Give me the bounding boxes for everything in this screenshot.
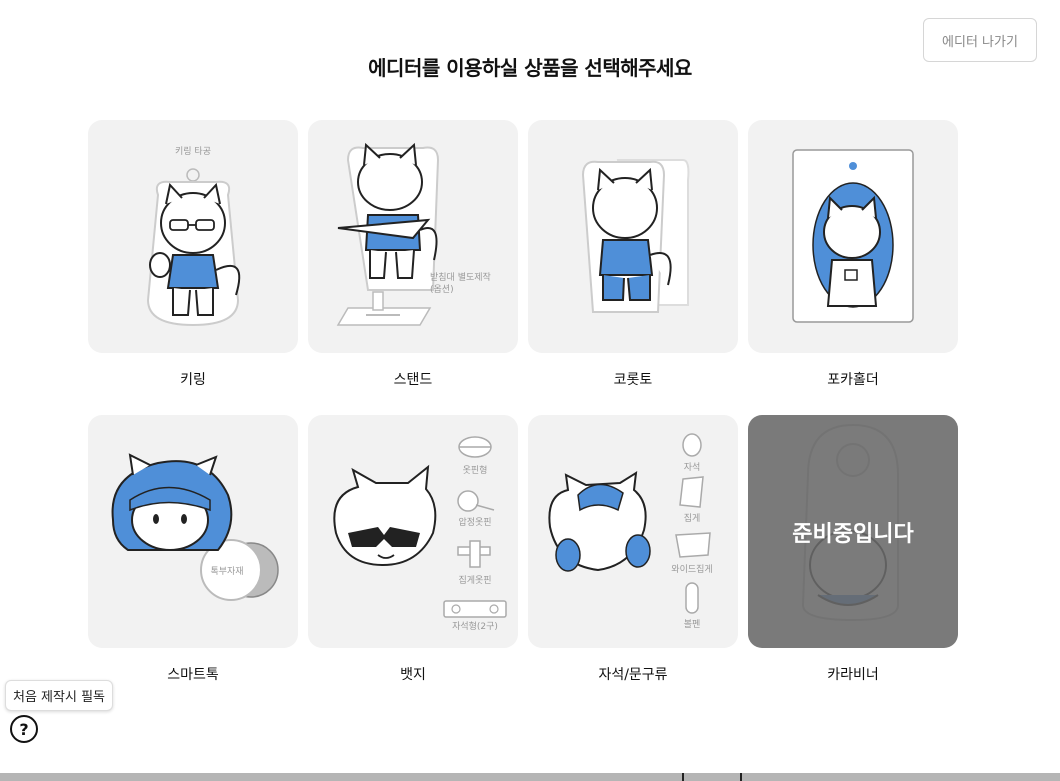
stand-illustration: 받침대 별도제작 (옵션)	[336, 142, 491, 326]
product-label-badge: 뱃지	[400, 667, 426, 683]
badge-illustration: 옷핀형 압정옷핀 집게옷핀 자석형(2구)	[333, 436, 507, 632]
annotation-pen: 볼펜	[684, 619, 701, 630]
product-label-carabiner: 카라비너	[827, 667, 879, 683]
question-circle-icon[interactable]: ?	[10, 715, 38, 743]
smarttok-illustration: 톡부자재	[111, 453, 279, 601]
product-card-keyring[interactable]: 키링 타공	[88, 120, 298, 353]
bottom-bar	[0, 773, 1060, 781]
annotation-badge-tack: 압정옷핀	[458, 516, 491, 528]
help-tooltip: 처음 제작시 필독	[5, 680, 113, 711]
product-card-carabiner[interactable]: 준비중입니다	[748, 415, 958, 648]
product-card-photocard-holder[interactable]	[748, 120, 958, 353]
product-label-smarttok: 스마트톡	[167, 667, 219, 683]
annotation-stand-base: 받침대 별도제작	[430, 272, 491, 283]
annotation-badge-pin: 옷핀형	[463, 465, 488, 476]
product-card-magnet-stationery[interactable]: 자석 집게 와이드집게 볼펜	[528, 415, 738, 648]
coming-soon-overlay: 준비중입니다	[748, 415, 958, 648]
magnet-stationery-illustration: 자석 집게 와이드집게 볼펜	[548, 433, 713, 630]
product-label-magnet-stationery: 자석/문구류	[598, 667, 668, 683]
annotation-badge-clip: 집게옷핀	[458, 574, 491, 586]
product-card-badge[interactable]: 옷핀형 압정옷핀 집게옷핀 자석형(2구)	[308, 415, 518, 648]
korotto-illustration	[581, 159, 690, 313]
bottom-bar-divider	[740, 773, 742, 781]
annotation-badge-magnet: 자석형(2구)	[452, 621, 498, 632]
keyring-illustration: 키링 타공	[146, 145, 241, 327]
annotation-smarttok-part: 톡부자재	[210, 566, 243, 577]
page-title: 에디터를 이용하실 상품을 선택해주세요	[368, 56, 692, 80]
annotation-wide-clip: 와이드집게	[671, 563, 712, 575]
product-label-keyring: 키링	[180, 372, 206, 388]
product-label-photocard-holder: 포카홀더	[827, 372, 879, 388]
annotation-stand-option: (옵션)	[430, 284, 454, 295]
annotation-magnet: 자석	[684, 462, 701, 473]
bottom-bar-divider	[682, 773, 684, 781]
product-card-stand[interactable]: 받침대 별도제작 (옵션)	[308, 120, 518, 353]
annotation-keyring-hole: 키링 타공	[175, 145, 211, 157]
product-card-korotto[interactable]	[528, 120, 738, 353]
annotation-clip: 집게	[684, 512, 701, 524]
product-label-korotto: 코롯토	[613, 372, 653, 388]
product-label-stand: 스탠드	[393, 372, 433, 388]
product-card-smarttok[interactable]: 톡부자재	[88, 415, 298, 648]
photocard-holder-illustration	[792, 149, 914, 323]
